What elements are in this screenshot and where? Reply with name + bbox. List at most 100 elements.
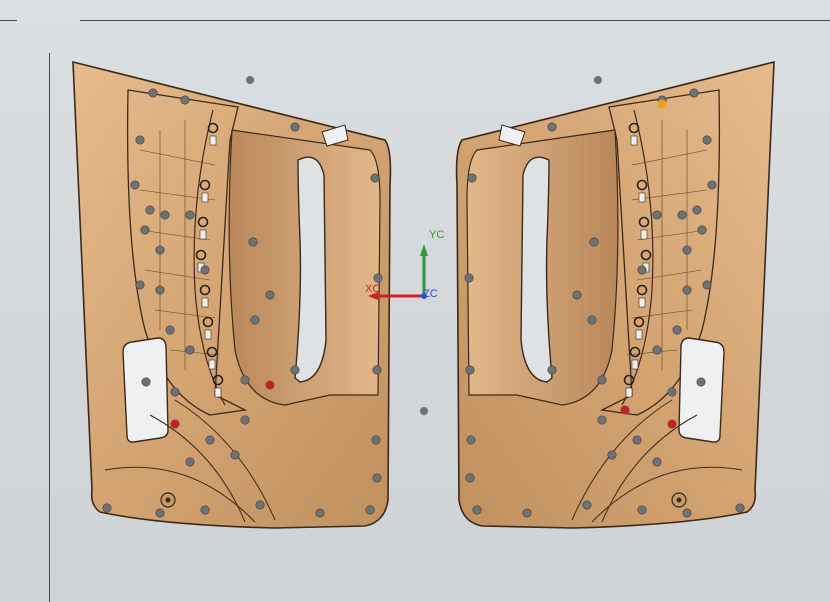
mount-point[interactable] (240, 375, 250, 385)
mount-point[interactable] (240, 415, 250, 425)
mount-point[interactable] (696, 377, 706, 387)
mount-point[interactable] (652, 210, 662, 220)
mount-point[interactable] (607, 450, 617, 460)
mount-point[interactable] (265, 290, 275, 300)
mount-point[interactable] (155, 245, 165, 255)
mount-point[interactable] (692, 205, 702, 215)
door-panel-right-cutout (678, 337, 725, 443)
mount-point[interactable] (702, 280, 712, 290)
mount-point[interactable] (148, 88, 158, 98)
door-panel-right[interactable] (455, 60, 775, 529)
mount-point[interactable] (141, 377, 151, 387)
mount-point[interactable] (102, 503, 112, 513)
mount-point[interactable] (672, 325, 682, 335)
mount-point[interactable] (290, 365, 300, 375)
mount-point[interactable] (682, 285, 692, 295)
mount-point[interactable] (597, 415, 607, 425)
door-panel-left[interactable] (72, 60, 392, 529)
triad-y-arrow-icon (420, 244, 428, 256)
mount-point[interactable] (373, 273, 383, 283)
mount-point[interactable] (682, 245, 692, 255)
triad-z-label: ZC (423, 288, 438, 300)
highlighted-point[interactable] (170, 419, 180, 429)
mount-point[interactable] (200, 505, 210, 515)
triad-x-label: XC (365, 283, 380, 295)
mount-point[interactable] (370, 173, 380, 183)
door-panel-left-speaker-hole (165, 497, 171, 503)
mount-point[interactable] (165, 325, 175, 335)
mount-point[interactable] (702, 135, 712, 145)
mount-point[interactable] (466, 435, 476, 445)
mount-point[interactable] (185, 457, 195, 467)
mount-point[interactable] (371, 435, 381, 445)
model-scene[interactable]: YC XC ZC (0, 0, 830, 602)
mount-point[interactable] (467, 173, 477, 183)
highlighted-point[interactable] (265, 380, 275, 390)
mount-point[interactable] (155, 285, 165, 295)
mount-point[interactable] (135, 135, 145, 145)
mount-point[interactable] (160, 210, 170, 220)
mount-point[interactable] (465, 365, 475, 375)
highlighted-point[interactable] (620, 405, 630, 415)
mount-point[interactable] (637, 265, 647, 275)
clip-tab (209, 135, 217, 146)
clip-tab (201, 192, 209, 203)
mount-point[interactable] (180, 95, 190, 105)
mount-point[interactable] (185, 210, 195, 220)
mount-point[interactable] (372, 365, 382, 375)
mount-point[interactable] (230, 450, 240, 460)
mount-point[interactable] (589, 237, 599, 247)
mount-point[interactable] (632, 435, 642, 445)
mount-point[interactable] (464, 273, 474, 283)
mount-point[interactable] (735, 503, 745, 513)
mount-point[interactable] (465, 473, 475, 483)
highlighted-point[interactable] (667, 419, 677, 429)
mount-point[interactable] (522, 508, 532, 518)
mount-point[interactable] (365, 505, 375, 515)
reference-point[interactable] (594, 76, 602, 84)
door-panel-left-cutout (122, 337, 169, 443)
mount-point[interactable] (667, 387, 677, 397)
clip-tab (208, 359, 216, 370)
graphics-viewport[interactable]: YC XC ZC (0, 0, 830, 602)
reference-point[interactable] (246, 76, 254, 84)
mount-point[interactable] (135, 280, 145, 290)
clip-tab (214, 387, 222, 398)
mount-point[interactable] (372, 473, 382, 483)
mount-point[interactable] (248, 237, 258, 247)
mount-point[interactable] (597, 375, 607, 385)
mount-point[interactable] (140, 225, 150, 235)
mount-point[interactable] (652, 457, 662, 467)
clip-tab (635, 329, 643, 340)
mount-point[interactable] (677, 210, 687, 220)
mount-point[interactable] (547, 122, 557, 132)
mount-point[interactable] (652, 345, 662, 355)
mount-point[interactable] (572, 290, 582, 300)
mount-point[interactable] (145, 205, 155, 215)
door-panel-right-speaker-hole (676, 497, 682, 503)
mount-point[interactable] (170, 387, 180, 397)
highlighted-point[interactable] (657, 99, 667, 109)
mount-point[interactable] (255, 500, 265, 510)
mount-point[interactable] (315, 508, 325, 518)
mount-point[interactable] (587, 315, 597, 325)
mount-point[interactable] (689, 88, 699, 98)
mount-point[interactable] (130, 180, 140, 190)
mount-point[interactable] (290, 122, 300, 132)
mount-point[interactable] (250, 315, 260, 325)
mount-point[interactable] (707, 180, 717, 190)
clip-tab (638, 192, 646, 203)
reference-point[interactable] (420, 407, 428, 415)
mount-point[interactable] (155, 508, 165, 518)
mount-point[interactable] (697, 225, 707, 235)
mount-point[interactable] (547, 365, 557, 375)
mount-point[interactable] (472, 505, 482, 515)
clip-tab (630, 135, 638, 146)
mount-point[interactable] (185, 345, 195, 355)
mount-point[interactable] (205, 435, 215, 445)
mount-point[interactable] (582, 500, 592, 510)
mount-point[interactable] (200, 265, 210, 275)
mount-point[interactable] (682, 508, 692, 518)
clip-tab (204, 329, 212, 340)
mount-point[interactable] (637, 505, 647, 515)
